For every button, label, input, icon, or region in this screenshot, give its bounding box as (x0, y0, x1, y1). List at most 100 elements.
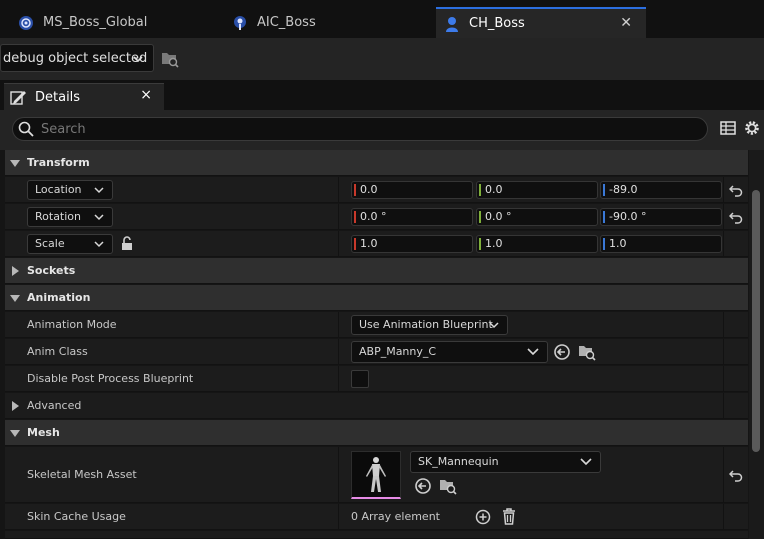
skeletal-mesh-dropdown[interactable]: SK_Mannequin (410, 451, 601, 473)
document-tab-bar: MS_Boss_Global AIC_Boss CH_Boss ✕ (0, 0, 764, 38)
rotation-y-field[interactable]: 0.0 ° (476, 208, 598, 226)
scale-y-value: 1.0 (485, 237, 503, 250)
search-input[interactable] (41, 121, 641, 137)
category-label: Transform (27, 156, 90, 169)
category-label: Mesh (27, 426, 60, 439)
x-axis-marker (354, 238, 356, 250)
animation-mode-value: Use Animation Blueprint (359, 318, 493, 331)
location-x-field[interactable]: 0.0 (351, 181, 473, 199)
details-icon (10, 90, 26, 105)
property-row-location: Location 0.0 0.0 -89.0 (5, 177, 748, 203)
category-sockets[interactable]: Sockets (5, 258, 748, 284)
animation-mode-dropdown[interactable]: Use Animation Blueprint (351, 315, 508, 335)
column-divider (338, 339, 339, 364)
anim-class-value: ABP_Manny_C (359, 345, 437, 358)
rotation-z-field[interactable]: -90.0 ° (600, 208, 722, 226)
reset-to-default-icon[interactable] (729, 210, 743, 224)
collapsed-caret-icon (12, 401, 19, 411)
column-divider (723, 393, 724, 418)
scale-x-value: 1.0 (360, 237, 378, 250)
reset-to-default-icon[interactable] (729, 468, 743, 482)
column-divider (338, 204, 339, 229)
panel-title: Details (35, 89, 81, 105)
chevron-down-icon (527, 348, 539, 356)
expanded-caret-icon (10, 295, 20, 302)
location-x-value: 0.0 (360, 183, 378, 196)
rotation-z-value: -90.0 ° (609, 210, 647, 223)
chevron-down-icon (580, 458, 592, 466)
location-mode-label: Location (35, 183, 82, 196)
array-count-text: 0 Array element (351, 510, 440, 523)
location-mode-dropdown[interactable]: Location (27, 180, 113, 200)
settings-gear-icon[interactable] (743, 119, 761, 137)
toolbar: debug object selected (0, 38, 764, 80)
scale-mode-label: Scale (35, 237, 65, 250)
use-selected-asset-icon[interactable] (553, 343, 571, 361)
scale-mode-dropdown[interactable]: Scale (27, 234, 113, 254)
property-row-scale: Scale 1.0 1.0 1.0 (5, 231, 748, 257)
category-animation[interactable]: Animation (5, 285, 748, 311)
column-divider (723, 177, 724, 202)
asset-thumbnail[interactable] (351, 451, 401, 499)
browse-asset-icon[interactable] (578, 343, 596, 361)
property-row-skin-cache-usage: Skin Cache Usage 0 Array element (5, 504, 748, 530)
column-divider (723, 504, 724, 529)
property-label: Anim Class (27, 345, 88, 358)
close-panel-icon[interactable]: × (140, 87, 152, 103)
category-label: Sockets (27, 264, 76, 277)
row-partial (5, 531, 748, 539)
category-label: Advanced (27, 399, 82, 412)
browse-asset-icon[interactable] (439, 477, 457, 495)
collapsed-caret-icon (12, 266, 19, 276)
z-axis-marker (603, 238, 605, 250)
y-axis-marker (479, 184, 481, 196)
column-divider (723, 339, 724, 364)
category-advanced[interactable]: Advanced (5, 393, 748, 419)
column-divider (723, 447, 724, 502)
category-transform[interactable]: Transform (5, 150, 748, 176)
column-divider (338, 231, 339, 256)
property-label: Animation Mode (27, 318, 117, 331)
scale-y-field[interactable]: 1.0 (476, 235, 598, 253)
scrollbar-thumb[interactable] (752, 190, 760, 452)
property-row-rotation: Rotation 0.0 ° 0.0 ° -90.0 ° (5, 204, 748, 230)
trash-icon[interactable] (501, 508, 517, 525)
debug-select-label: debug object selected (3, 50, 148, 66)
unlock-icon[interactable] (121, 236, 135, 251)
property-row-animation-mode: Animation Mode Use Animation Blueprint (5, 312, 748, 338)
chevron-down-icon (94, 241, 104, 248)
disable-post-process-checkbox[interactable] (351, 370, 369, 388)
scale-x-field[interactable]: 1.0 (351, 235, 473, 253)
reset-to-default-icon[interactable] (729, 183, 743, 197)
z-axis-marker (603, 184, 605, 196)
debug-object-dropdown[interactable]: debug object selected (0, 44, 154, 72)
tab-aic-boss[interactable]: AIC_Boss (218, 7, 436, 38)
column-divider (338, 177, 339, 202)
x-axis-marker (354, 184, 356, 196)
use-selected-asset-icon[interactable] (414, 477, 432, 495)
anim-class-dropdown[interactable]: ABP_Manny_C (351, 341, 548, 363)
tab-label: AIC_Boss (257, 15, 316, 30)
column-divider (723, 231, 724, 256)
rotation-mode-dropdown[interactable]: Rotation (27, 207, 113, 227)
property-label: Disable Post Process Blueprint (27, 372, 194, 385)
rotation-x-value: 0.0 ° (360, 210, 387, 223)
add-element-icon[interactable] (475, 509, 491, 525)
tab-ms-boss-global[interactable]: MS_Boss_Global (0, 7, 218, 38)
category-label: Animation (27, 291, 91, 304)
location-y-field[interactable]: 0.0 (476, 181, 598, 199)
table-view-icon[interactable] (720, 120, 736, 136)
close-tab-icon[interactable]: ✕ (620, 15, 632, 31)
scale-z-field[interactable]: 1.0 (600, 235, 722, 253)
details-panel-tab[interactable]: Details × (4, 83, 164, 110)
state-tree-icon (19, 15, 33, 30)
search-field[interactable] (12, 117, 708, 141)
rotation-x-field[interactable]: 0.0 ° (351, 208, 473, 226)
category-mesh[interactable]: Mesh (5, 420, 748, 446)
browse-folder-icon[interactable] (161, 50, 179, 68)
ai-controller-icon (234, 15, 246, 30)
location-z-field[interactable]: -89.0 (600, 181, 722, 199)
mannequin-thumbnail-icon (366, 457, 386, 492)
tab-ch-boss[interactable]: CH_Boss ✕ (436, 7, 646, 38)
rotation-mode-label: Rotation (35, 210, 82, 223)
